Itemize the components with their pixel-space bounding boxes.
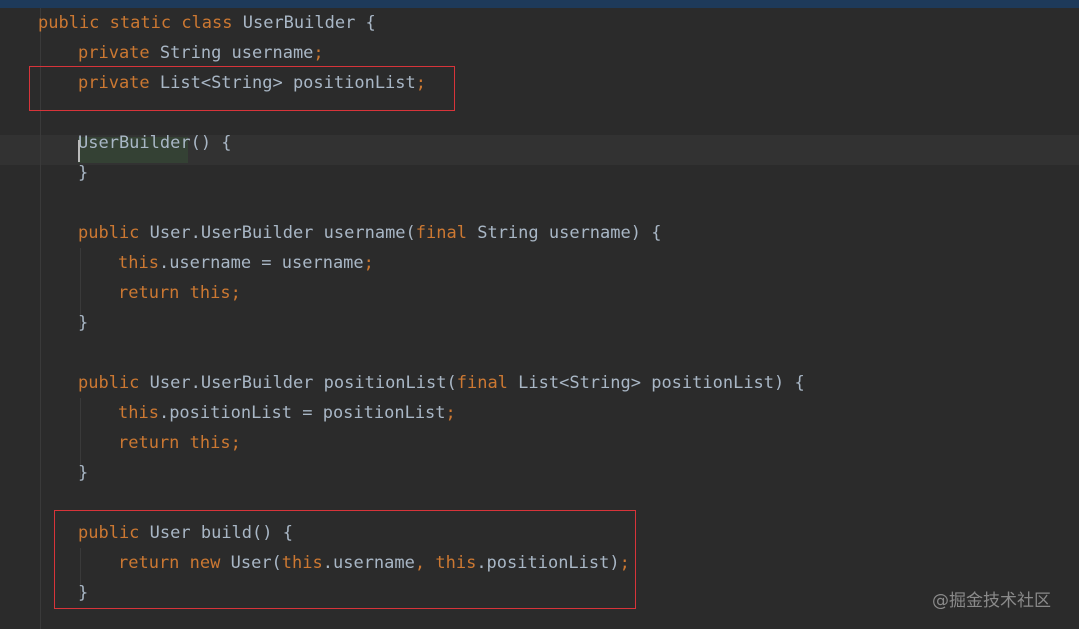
- code-token: positionList: [323, 373, 447, 393]
- code-token: this: [189, 433, 231, 453]
- code-token: (: [446, 373, 457, 393]
- code-line[interactable]: public User.UserBuilder positionList(fin…: [78, 368, 805, 398]
- code-token: return: [118, 433, 190, 453]
- code-token: }: [78, 313, 89, 333]
- text-caret: [78, 140, 80, 162]
- code-token: User.UserBuilder: [149, 373, 324, 393]
- code-token: }: [78, 163, 89, 183]
- code-token: class: [181, 13, 243, 33]
- watermark: @掘金技术社区: [932, 591, 1051, 611]
- code-token: public: [38, 13, 110, 33]
- code-token: .positionList = positionList: [158, 403, 446, 423]
- window-top-strip: [0, 0, 1079, 8]
- code-token: UserBuilder {: [242, 13, 376, 33]
- code-token: String username: [159, 43, 314, 63]
- code-token: List<String> positionList) {: [518, 373, 805, 393]
- code-token: String username) {: [477, 223, 662, 243]
- code-token: return: [118, 283, 190, 303]
- code-token: .username = username: [158, 253, 364, 273]
- code-token: UserBuilder: [78, 133, 191, 153]
- code-token: () {: [190, 133, 232, 153]
- code-token: (: [405, 223, 416, 243]
- code-token: ;: [313, 43, 324, 63]
- code-token: username: [323, 223, 406, 243]
- code-line[interactable]: return this;: [118, 278, 241, 308]
- code-token: ;: [363, 253, 374, 273]
- code-token: ;: [230, 283, 241, 303]
- code-token: public: [78, 373, 150, 393]
- code-token: }: [78, 463, 89, 483]
- code-line[interactable]: public static class UserBuilder {: [38, 8, 376, 38]
- code-line[interactable]: this.username = username;: [118, 248, 374, 278]
- code-token: this: [118, 403, 159, 423]
- code-token: ;: [230, 433, 241, 453]
- code-token: public: [78, 223, 150, 243]
- code-token: this: [118, 253, 159, 273]
- code-line[interactable]: UserBuilder() {: [78, 128, 232, 158]
- code-token: static: [109, 13, 182, 33]
- code-line[interactable]: private String username;: [78, 38, 324, 68]
- code-token: final: [456, 373, 519, 393]
- code-token: User.UserBuilder: [149, 223, 324, 243]
- code-token: private: [78, 43, 160, 63]
- code-line[interactable]: public User.UserBuilder username(final S…: [78, 218, 661, 248]
- code-line[interactable]: }: [78, 308, 88, 338]
- highlight-box-field: [29, 66, 455, 111]
- code-token: ;: [445, 403, 456, 423]
- code-line[interactable]: return this;: [118, 428, 241, 458]
- highlight-box-build-method: [54, 510, 636, 609]
- code-line[interactable]: }: [78, 458, 88, 488]
- code-token: final: [415, 223, 478, 243]
- code-line[interactable]: this.positionList = positionList;: [118, 398, 456, 428]
- code-token: this: [189, 283, 231, 303]
- code-line[interactable]: }: [78, 158, 88, 188]
